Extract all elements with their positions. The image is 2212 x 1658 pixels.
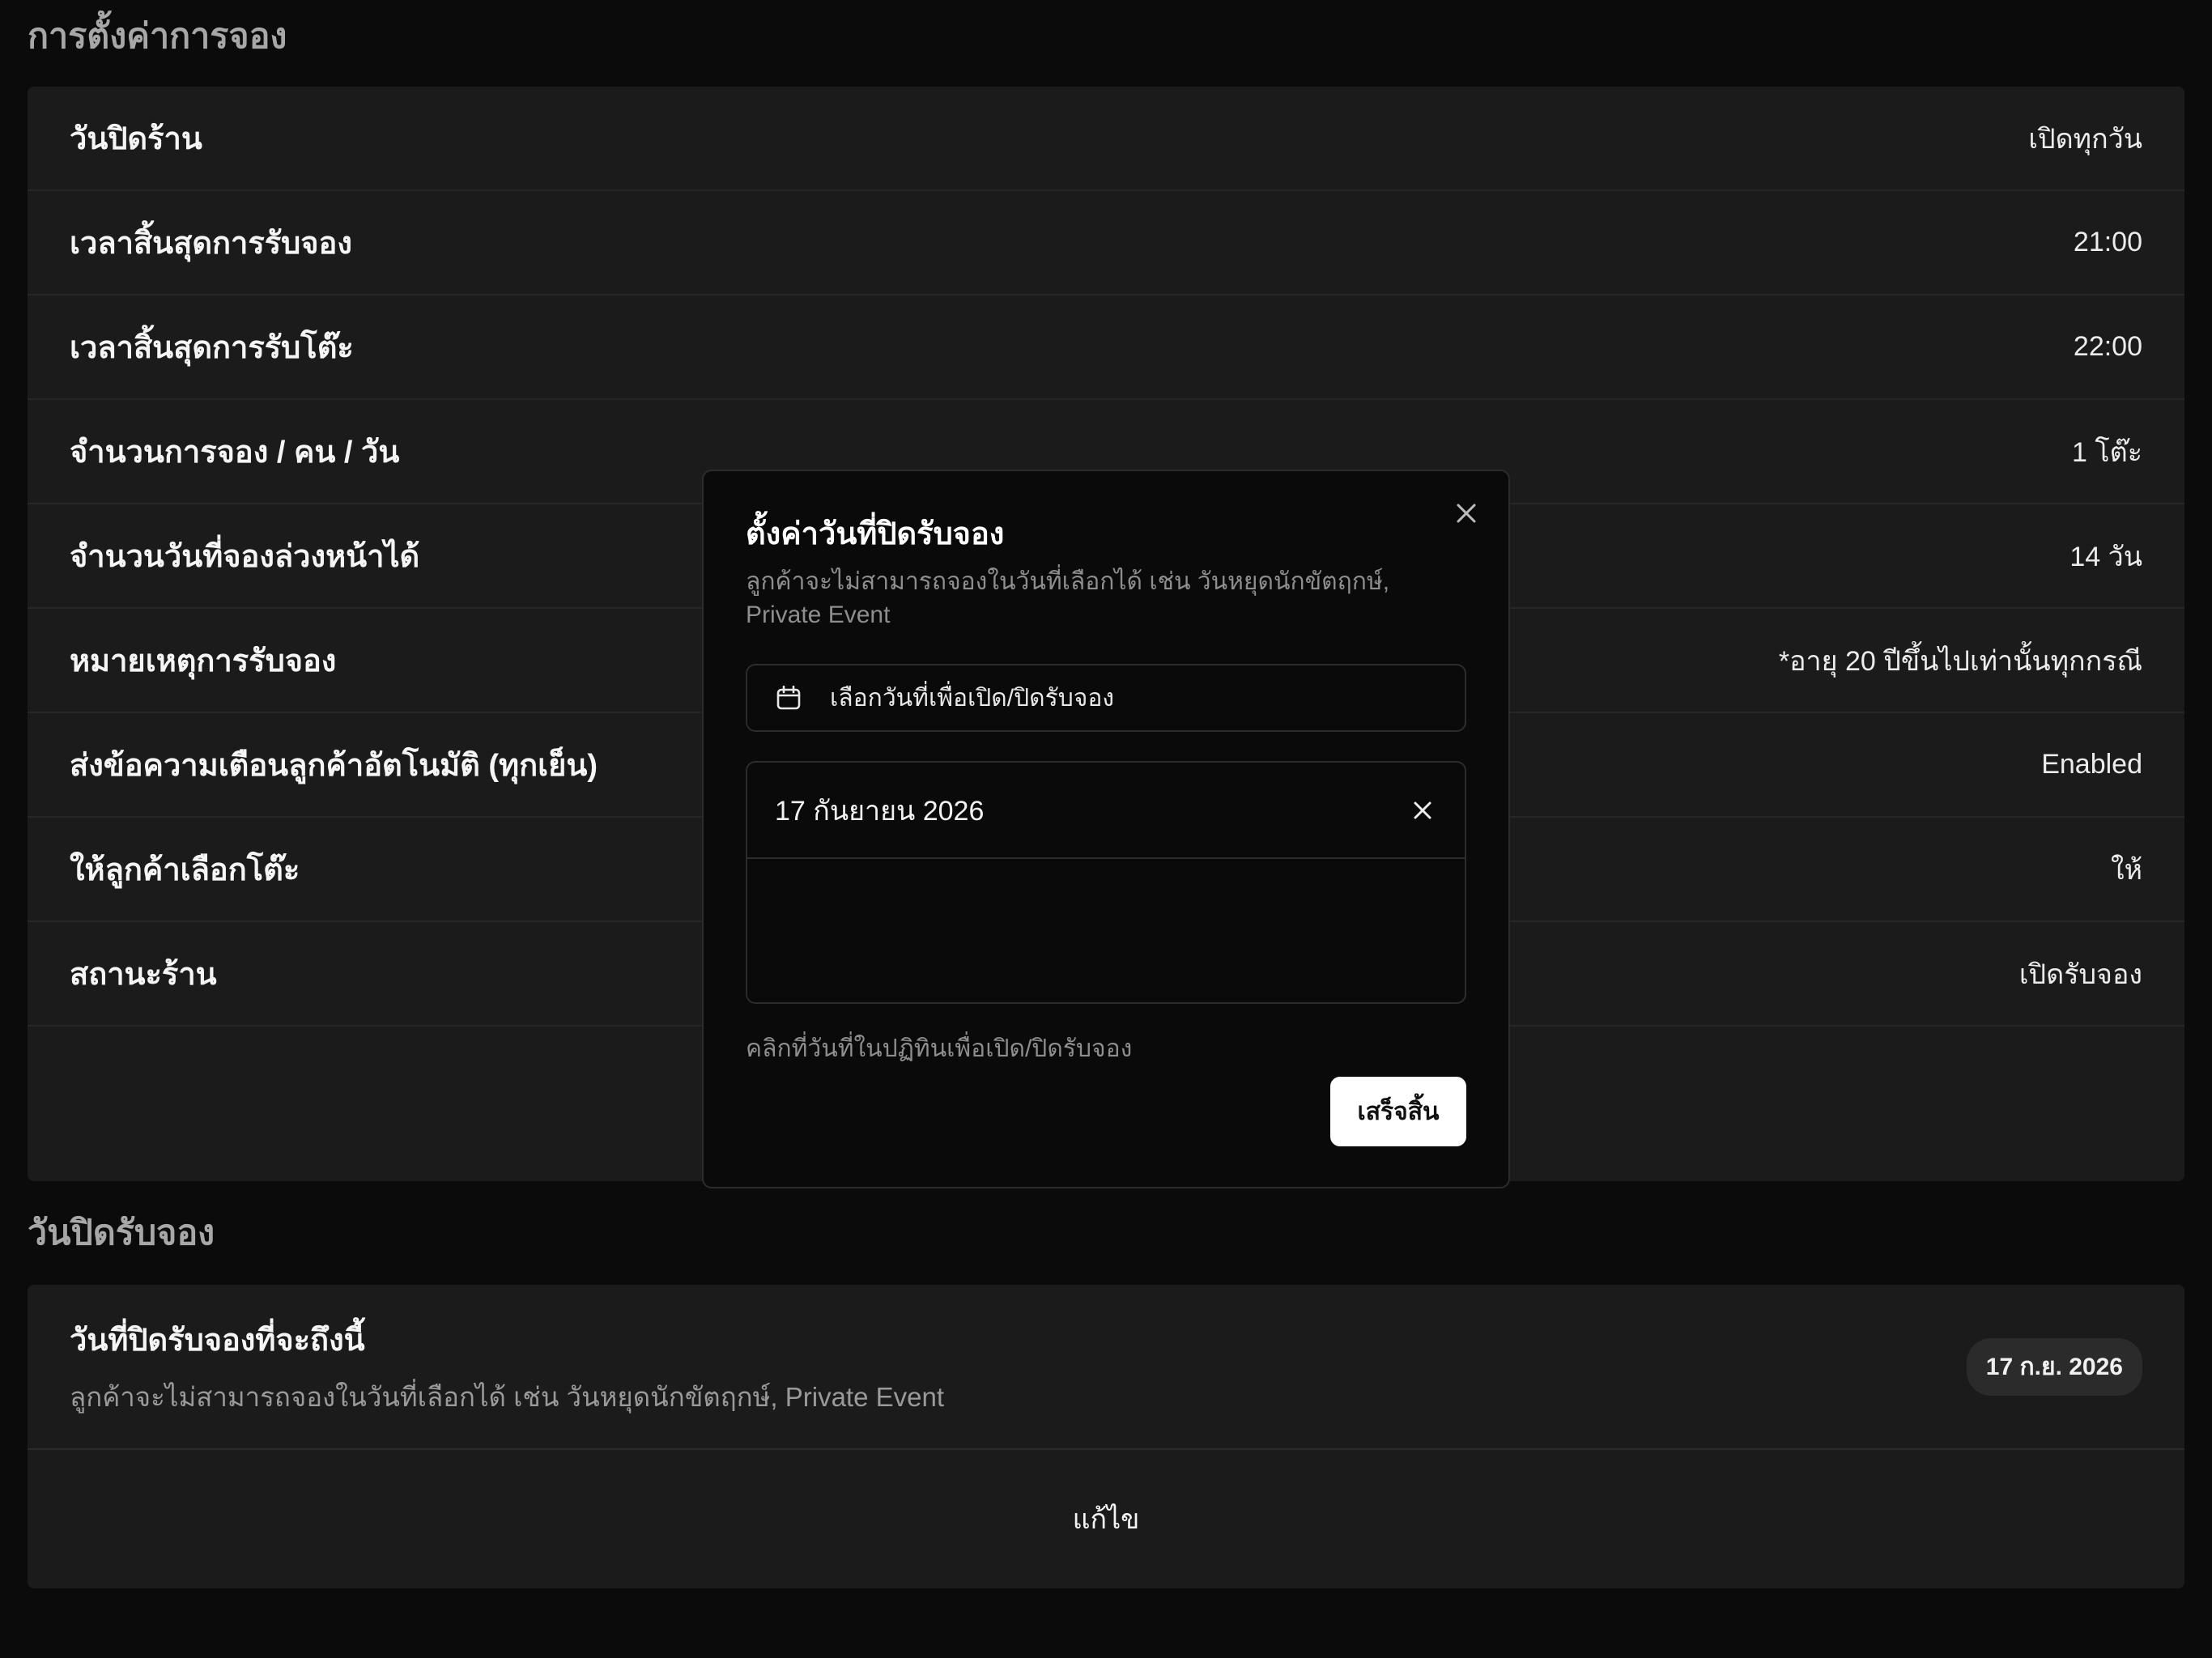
settings-row-value: ให้	[2110, 854, 2142, 886]
settings-row-label: สถานะร้าน	[70, 958, 217, 992]
settings-row-table-end-time[interactable]: เวลาสิ้นสุดการรับโต๊ะ 22:00	[28, 295, 2184, 400]
upcoming-closure-description: ลูกค้าจะไม่สามารถจองในวันที่เลือกได้ เช่…	[70, 1382, 945, 1412]
settings-row-value: 1 โต๊ะ	[2072, 436, 2142, 468]
date-picker-button[interactable]: เลือกวันที่เพื่อเปิด/ปิดรับจอง	[746, 664, 1466, 732]
settings-row-label: เวลาสิ้นสุดการรับจอง	[70, 227, 352, 261]
modal-title: ตั้งค่าวันที่ปิดรับจอง	[746, 517, 1005, 551]
modal-description: ลูกค้าจะไม่สามารถจองในวันที่เลือกได้ เช่…	[746, 568, 1390, 628]
settings-row-label: ให้ลูกค้าเลือกโต๊ะ	[70, 853, 300, 887]
settings-row-value: 21:00	[2073, 227, 2142, 257]
settings-row-label: จำนวนการจอง / คน / วัน	[70, 436, 400, 470]
settings-row-closed-days[interactable]: วันปิดร้าน เปิดทุกวัน	[28, 87, 2184, 191]
selected-date-text: 17 กันยายน 2026	[775, 795, 985, 827]
settings-row-value: เปิดทุกวัน	[2028, 123, 2142, 155]
edit-button[interactable]: แก้ไข	[1073, 1497, 1140, 1541]
settings-row-value: Enabled	[2041, 749, 2142, 780]
settings-row-value: 14 วัน	[2069, 541, 2142, 572]
selected-date-item: 17 กันยายน 2026	[747, 763, 1465, 859]
selected-dates-list: 17 กันยายน 2026	[746, 761, 1466, 1004]
settings-row-booking-end-time[interactable]: เวลาสิ้นสุดการรับจอง 21:00	[28, 191, 2184, 295]
settings-row-label: เวลาสิ้นสุดการรับโต๊ะ	[70, 331, 354, 365]
upcoming-closure-row: วันที่ปิดรับจองที่จะถึงนี้ ลูกค้าจะไม่สา…	[28, 1285, 2184, 1450]
booking-settings-title: การตั้งค่าการจอง	[28, 17, 287, 56]
modal-hint: คลิกที่วันที่ในปฏิทินเพื่อเปิด/ปิดรับจอง	[746, 1035, 1133, 1062]
date-picker-label: เลือกวันที่เพื่อเปิด/ปิดรับจอง	[830, 684, 1115, 712]
upcoming-closure-title: วันที่ปิดรับจองที่จะถึงนี้	[70, 1324, 365, 1358]
remove-date-button[interactable]	[1408, 796, 1437, 825]
closure-date-badge: 17 ก.ย. 2026	[1966, 1337, 2142, 1396]
upcoming-closure-text: วันที่ปิดรับจองที่จะถึงนี้ ลูกค้าจะไม่สา…	[70, 1315, 944, 1418]
calendar-icon	[776, 685, 801, 710]
edit-row: แก้ไข	[28, 1450, 2184, 1588]
close-icon	[1414, 801, 1431, 818]
settings-row-value: เปิดรับจอง	[2018, 959, 2142, 990]
closure-section-title: วันปิดรับจอง	[28, 1214, 215, 1252]
settings-row-label: จำนวนวันที่จองล่วงหน้าได้	[70, 540, 420, 574]
settings-row-value: *อายุ 20 ปีขึ้นไปเท่านั้นทุกกรณี	[1778, 645, 2142, 677]
closure-card: วันที่ปิดรับจองที่จะถึงนี้ ลูกค้าจะไม่สา…	[28, 1285, 2184, 1588]
settings-row-label: วันปิดร้าน	[70, 122, 202, 156]
settings-row-label: หมายเหตุการรับจอง	[70, 644, 337, 678]
modal-close-button[interactable]	[1450, 497, 1482, 529]
closure-date-modal: ตั้งค่าวันที่ปิดรับจอง ลูกค้าจะไม่สามารถ…	[702, 470, 1510, 1188]
done-button[interactable]: เสร็จสิ้น	[1330, 1077, 1466, 1146]
close-icon	[1457, 504, 1476, 523]
settings-row-label: ส่งข้อความเตือนลูกค้าอัตโนมัติ (ทุกเย็น)	[70, 749, 598, 783]
settings-row-value: 22:00	[2073, 331, 2142, 362]
